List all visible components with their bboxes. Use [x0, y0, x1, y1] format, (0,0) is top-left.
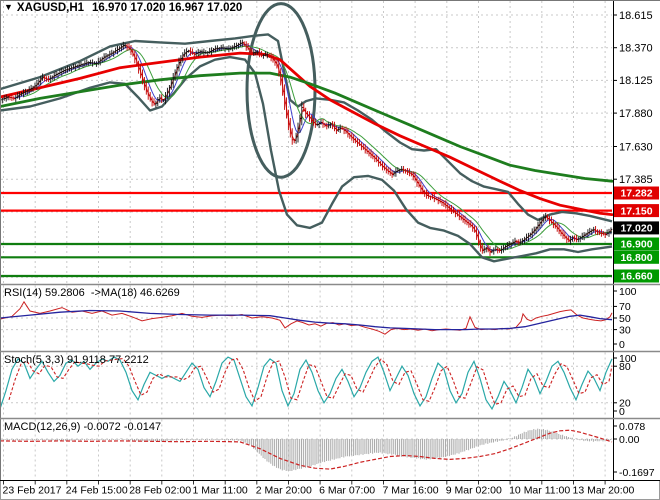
- macd-tick-label: 0.00: [619, 434, 640, 446]
- price-badge-label: 17.150: [620, 205, 652, 217]
- rsi-tick-label: 0: [619, 339, 625, 351]
- macd-histogram: [1, 428, 612, 471]
- price-badge-label: 17.020: [620, 223, 652, 235]
- time-axis-label: 7 Mar 16:00: [383, 485, 439, 497]
- bollinger-lower-band: [0, 55, 613, 263]
- chart-window: 18.615 18.370 18.125 17.880 17.630 17.385 100 7…: [0, 0, 660, 500]
- macd-tick-label: -0.1697: [619, 467, 655, 479]
- ma-slow-red: [0, 51, 614, 216]
- rsi-tick-label: 30: [619, 324, 631, 336]
- time-axis-label: 9 Mar 02:00: [446, 485, 502, 497]
- stochastic-k-line: [0, 356, 613, 411]
- rsi-tick-label: 50: [619, 313, 631, 325]
- ma-slow-green: [0, 71, 614, 183]
- ma-fast-green: [23, 45, 613, 251]
- rsi-tick-label: 100: [619, 286, 637, 298]
- price-tick-label: 18.615: [619, 10, 653, 22]
- time-axis-label: 6 Mar 07:00: [319, 485, 375, 497]
- rsi-tick-label: 70: [619, 301, 631, 313]
- time-axis-label: 10 Mar 11:00: [509, 485, 570, 497]
- price-badge-label: 16.800: [620, 252, 652, 264]
- price-tick-label: 17.385: [619, 174, 653, 186]
- macd-tick-label: 0.078: [619, 421, 645, 433]
- ellipse-annotation[interactable]: [245, 2, 317, 179]
- price-badge-label: 16.660: [620, 271, 652, 283]
- time-axis-label: 24 Feb 15:00: [66, 485, 128, 497]
- time-axis-label: 1 Mar 11:00: [193, 485, 248, 497]
- time-axis-label: 28 Feb 02:00: [129, 485, 191, 497]
- price-badge-label: 16.900: [620, 239, 652, 251]
- price-tick-label: 18.125: [619, 75, 653, 87]
- ma-fast-blue: [11, 44, 613, 252]
- chart-canvas[interactable]: 18.615 18.370 18.125 17.880 17.630 17.385 100 7…: [0, 0, 660, 500]
- price-tick-label: 18.370: [619, 43, 653, 55]
- time-axis-label: 13 Mar 20:00: [573, 485, 635, 497]
- price-tick-label: 17.630: [619, 141, 653, 153]
- stoch-tick-label: 0: [619, 406, 625, 418]
- stoch-tick-label: 80: [619, 361, 631, 373]
- price-tick-label: 17.880: [619, 108, 653, 120]
- stochastic-d-line: [8, 357, 613, 405]
- time-axis-label: 23 Feb 2017: [3, 485, 62, 497]
- time-axis-label: 2 Mar 20:00: [256, 485, 312, 497]
- price-badge-label: 17.282: [620, 188, 652, 200]
